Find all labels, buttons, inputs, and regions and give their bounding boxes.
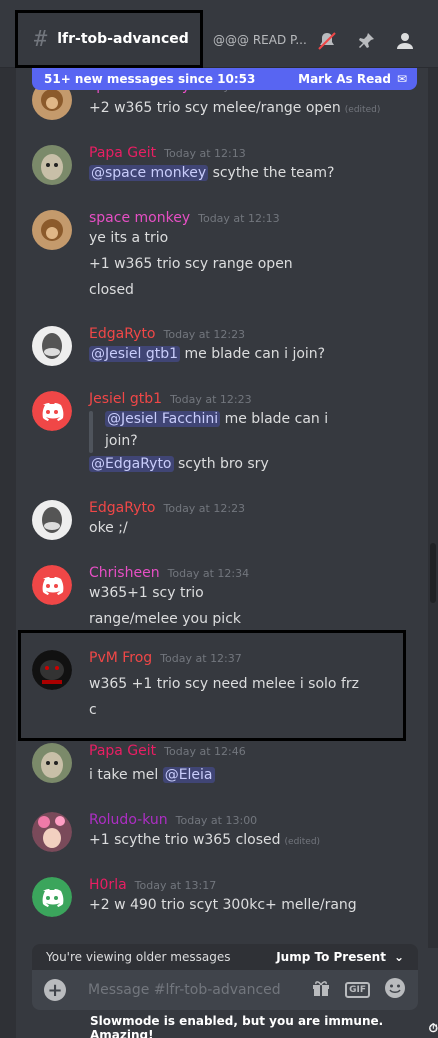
channel-header: # lfr-tob-advanced @@@ READ P... <box>0 0 438 68</box>
username[interactable]: PvM Frog Today at 12:37 <box>89 650 242 666</box>
message-input[interactable]: Message #lfr-tob-advanced <box>88 982 297 998</box>
user-mention[interactable]: @Eleia <box>162 767 215 783</box>
username[interactable]: EdgaRyto Today at 12:23 <box>89 326 245 342</box>
attach-plus-icon[interactable]: + <box>44 979 66 1001</box>
avatar[interactable] <box>32 145 72 185</box>
message-text: ye its a trio <box>89 230 169 246</box>
timestamp: Today at 12:34 <box>167 567 250 580</box>
timestamp: Today at 12:13 <box>198 212 280 225</box>
avatar[interactable] <box>32 210 72 250</box>
message-text: i take mel @Eleia <box>89 767 215 783</box>
emoji-icon[interactable] <box>384 977 406 1003</box>
message-text: w365+1 scy trio <box>89 585 204 601</box>
message-text: @EdgaRyto scyth bro sry <box>89 456 269 472</box>
members-icon[interactable] <box>394 30 416 52</box>
slowmode-text: Slowmode is enabled, but you are immune.… <box>90 1014 384 1038</box>
username[interactable]: space monkey Today at 12:13 <box>89 210 280 226</box>
timestamp: Today at 13:17 <box>134 879 217 892</box>
quote-bar <box>89 411 93 453</box>
message-text: c <box>89 702 97 718</box>
timestamp: Today at 12:23 <box>163 502 246 515</box>
timestamp: Today at 12:37 <box>160 652 242 665</box>
avatar[interactable] <box>32 500 72 540</box>
username[interactable]: H0rla Today at 13:17 <box>89 877 216 893</box>
user-mention[interactable]: @Jesiel Facchini <box>105 411 221 427</box>
username[interactable]: Jesiel gtb1 Today at 12:23 <box>89 391 252 407</box>
chevron-down-icon: ⌄ <box>393 950 404 964</box>
timestamp: Today at 12:23 <box>170 393 252 406</box>
timestamp: Today at 13:00 <box>175 814 258 827</box>
gift-icon[interactable] <box>311 978 331 1002</box>
message-text: +1 w365 trio scy range open <box>89 256 293 272</box>
quote-text: @Jesiel Facchini me blade can i <box>105 411 329 427</box>
avatar[interactable] <box>32 877 72 917</box>
left-edge <box>0 68 16 1038</box>
older-messages-text: You're viewing older messages <box>46 950 231 964</box>
new-messages-bar[interactable]: 51+ new messages since 10:53 Mark As Rea… <box>32 68 417 90</box>
username[interactable]: Papa Geit Today at 12:46 <box>89 743 246 759</box>
mark-as-read-button[interactable]: Mark As Read ✉ <box>298 72 407 86</box>
username[interactable]: Chrisheen Today at 12:34 <box>89 565 249 581</box>
message-text: w365 +1 trio scy need melee i solo frz <box>89 676 359 692</box>
timestamp: Today at 12:13 <box>164 147 246 160</box>
avatar[interactable] <box>32 565 72 605</box>
avatar[interactable] <box>32 812 72 852</box>
hashtag-icon: # <box>34 26 48 52</box>
message-text: @space monkey scythe the team? <box>89 165 335 181</box>
username[interactable]: Roludo-kun Today at 13:00 <box>89 812 257 828</box>
pin-icon[interactable] <box>355 30 377 52</box>
older-messages-bar: You're viewing older messages Jump To Pr… <box>32 944 418 970</box>
scrollbar-thumb[interactable] <box>430 543 436 603</box>
mute-icon[interactable] <box>316 30 338 52</box>
user-mention[interactable]: @space monkey <box>89 165 209 181</box>
avatar[interactable] <box>32 326 72 366</box>
message-composer[interactable]: + Message #lfr-tob-advanced GIF <box>32 970 418 1010</box>
channel-topic[interactable]: @@@ READ P... <box>213 33 307 47</box>
new-messages-text: 51+ new messages since 10:53 <box>44 72 256 86</box>
message-text: closed <box>89 282 134 298</box>
slowmode-notice: Slowmode is enabled, but you are immune.… <box>90 1014 438 1038</box>
quote-text: join? <box>105 433 138 449</box>
gif-icon[interactable]: GIF <box>345 982 370 998</box>
message-text: @Jesiel gtb1 me blade can i join? <box>89 346 326 362</box>
channel-title-box: # lfr-tob-advanced <box>15 10 203 68</box>
user-mention[interactable]: @Jesiel gtb1 <box>89 346 181 362</box>
avatar[interactable] <box>32 743 72 783</box>
username[interactable]: EdgaRyto Today at 12:23 <box>89 500 245 516</box>
username[interactable]: Papa Geit Today at 12:13 <box>89 145 246 161</box>
message-text: +2 w 490 trio scyt 300kc+ melle/rang <box>89 897 357 913</box>
jump-to-present-button[interactable]: Jump To Present ⌄ <box>276 950 404 964</box>
user-mention[interactable]: @EdgaRyto <box>89 456 174 472</box>
scrollbar-track[interactable] <box>428 68 438 948</box>
message-text: range/melee you pick <box>89 611 241 627</box>
avatar[interactable] <box>32 650 72 690</box>
message-text: oke ;/ <box>89 520 128 536</box>
timestamp: Today at 12:46 <box>164 745 246 758</box>
avatar[interactable] <box>32 391 72 431</box>
channel-name: lfr-tob-advanced <box>57 31 189 47</box>
timer-icon: ⏱ <box>428 1020 438 1035</box>
timestamp: Today at 12:23 <box>163 328 246 341</box>
message-text: +1 scythe trio w365 closed (edited) <box>89 832 321 848</box>
message-text: +2 w365 trio scy melee/range open (edited… <box>89 100 381 116</box>
mark-read-icon: ✉ <box>396 72 407 86</box>
